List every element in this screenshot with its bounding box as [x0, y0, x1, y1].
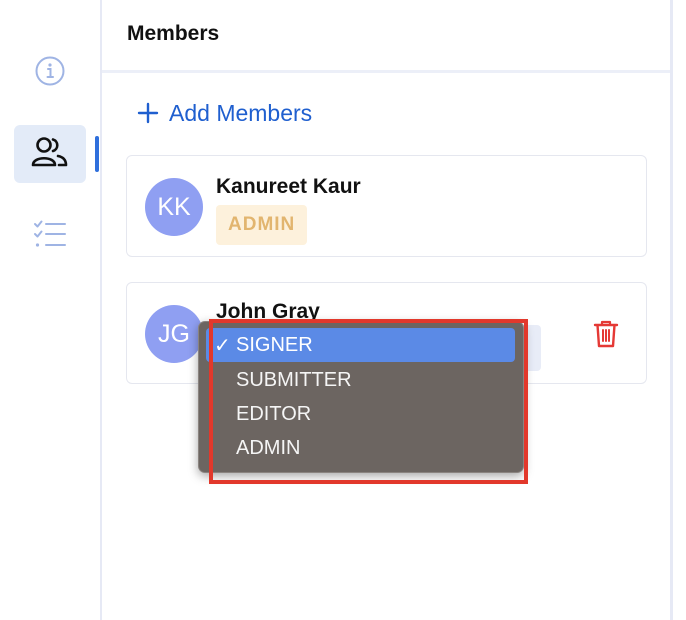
members-panel: Members Add Members KK Kanureet Kaur ADM…	[102, 0, 670, 620]
checklist-icon	[32, 218, 68, 255]
avatar: JG	[145, 305, 203, 363]
avatar: KK	[145, 178, 203, 236]
info-icon	[34, 55, 66, 92]
page-title: Members	[127, 22, 220, 45]
plus-icon	[137, 102, 159, 124]
highlight-box	[209, 319, 528, 484]
member-card: KK Kanureet Kaur ADMIN	[126, 155, 647, 257]
trash-icon	[593, 320, 619, 353]
add-members-button[interactable]: Add Members	[137, 96, 312, 130]
users-icon	[30, 134, 70, 175]
panel-border	[670, 0, 673, 620]
role-badge: ADMIN	[216, 205, 308, 245]
sidebar-item-tasks[interactable]	[14, 207, 86, 265]
sidebar	[0, 0, 100, 620]
member-name: Kanureet Kaur	[216, 175, 361, 198]
sidebar-item-info[interactable]	[14, 44, 86, 102]
delete-member-button[interactable]	[593, 319, 619, 354]
panel-header: Members	[102, 0, 670, 73]
add-members-label: Add Members	[169, 99, 313, 126]
sidebar-item-members[interactable]	[14, 125, 86, 183]
active-indicator	[95, 136, 99, 172]
